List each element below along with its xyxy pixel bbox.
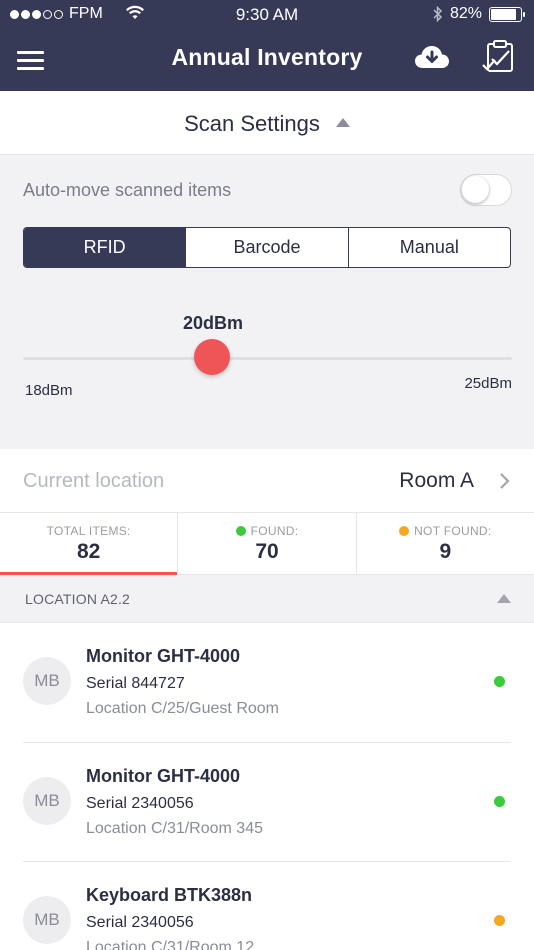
app-header: FPM 9:30 AM 82% Annual Inventory xyxy=(0,0,534,91)
stat-not-found-tab[interactable]: NOT FOUND: 9 xyxy=(357,513,534,574)
stat-not-found-label: NOT FOUND: xyxy=(357,524,534,538)
list-item[interactable]: MB Monitor GHT-4000 Serial 844727 Locati… xyxy=(0,623,534,743)
item-location: Location C/25/Guest Room xyxy=(86,700,279,717)
power-slider-track[interactable] xyxy=(23,357,512,360)
chevron-right-icon xyxy=(500,473,510,489)
page-title: Annual Inventory xyxy=(171,44,363,70)
status-dot-icon xyxy=(494,795,505,807)
bluetooth-icon xyxy=(433,6,443,22)
status-bar: FPM 9:30 AM 82% xyxy=(0,0,534,30)
list-item[interactable]: MB Monitor GHT-4000 Serial 2340056 Locat… xyxy=(0,742,534,862)
item-serial: Serial 2340056 xyxy=(86,794,194,812)
current-location-row[interactable]: Current location Room A xyxy=(0,449,534,513)
current-location-value: Room A xyxy=(399,469,474,492)
status-dot-icon xyxy=(494,915,505,926)
item-name: Monitor GHT-4000 xyxy=(86,765,241,786)
scan-mode-selector: RFID Barcode Manual xyxy=(23,227,511,268)
collapse-arrow-icon xyxy=(497,594,511,603)
clipboard-check-icon[interactable] xyxy=(481,38,517,74)
auto-move-toggle[interactable] xyxy=(460,174,512,206)
mode-rfid-button[interactable]: RFID xyxy=(24,228,187,267)
stat-total-label: TOTAL ITEMS: xyxy=(46,524,131,538)
collapse-arrow-icon xyxy=(335,117,350,127)
location-section-header[interactable]: LOCATION A2.2 xyxy=(0,575,534,623)
list-item[interactable]: MB Keyboard BTK388n Serial 2340056 Locat… xyxy=(0,862,534,950)
avatar: MB xyxy=(23,657,71,705)
avatar: MB xyxy=(23,896,71,944)
status-right: 82% xyxy=(433,5,525,23)
not-found-dot-icon xyxy=(399,526,410,536)
cloud-download-icon[interactable] xyxy=(414,43,450,71)
power-max-label: 25dBm xyxy=(464,375,512,392)
stat-found-tab[interactable]: FOUND: 70 xyxy=(178,513,357,574)
stat-found-label: FOUND: xyxy=(178,524,355,538)
nav-bar: Annual Inventory xyxy=(0,30,534,91)
battery-percent: 82% xyxy=(449,5,482,22)
power-slider-thumb[interactable] xyxy=(194,339,230,375)
found-dot-icon xyxy=(235,526,246,536)
scan-settings-title: Scan Settings xyxy=(0,111,534,137)
stat-not-found-value: 9 xyxy=(439,540,452,563)
mode-manual-button[interactable]: Manual xyxy=(349,228,510,267)
power-value-label: 20dBm xyxy=(183,313,244,333)
scan-settings-label: Scan Settings xyxy=(184,111,320,136)
stat-found-value: 70 xyxy=(255,540,279,563)
item-serial: Serial 844727 xyxy=(86,675,185,692)
item-location: Location C/31/Room 12 xyxy=(86,939,255,950)
auto-move-label: Auto-move scanned items xyxy=(23,180,232,200)
item-name: Keyboard BTK388n xyxy=(86,885,253,905)
item-list: MB Monitor GHT-4000 Serial 844727 Locati… xyxy=(0,623,534,950)
item-name: Monitor GHT-4000 xyxy=(86,646,241,666)
scan-settings-panel: Auto-move scanned items RFID Barcode Man… xyxy=(0,155,534,449)
status-dot-icon xyxy=(494,676,505,687)
stat-total-tab[interactable]: TOTAL ITEMS: 82 xyxy=(0,513,179,575)
item-location: Location C/31/Room 345 xyxy=(86,819,263,837)
power-min-label: 18dBm xyxy=(25,382,73,399)
item-serial: Serial 2340056 xyxy=(86,914,194,931)
scan-settings-toggle[interactable]: Scan Settings xyxy=(0,91,534,155)
current-location-label: Current location xyxy=(23,470,165,492)
inventory-stats: TOTAL ITEMS: 82 FOUND: 70 NOT FOUND: 9 xyxy=(0,513,534,575)
section-title: LOCATION A2.2 xyxy=(25,591,131,607)
mode-barcode-button[interactable]: Barcode xyxy=(186,228,349,267)
avatar: MB xyxy=(23,776,71,825)
stat-total-value: 82 xyxy=(76,540,101,563)
battery-icon xyxy=(489,6,525,22)
